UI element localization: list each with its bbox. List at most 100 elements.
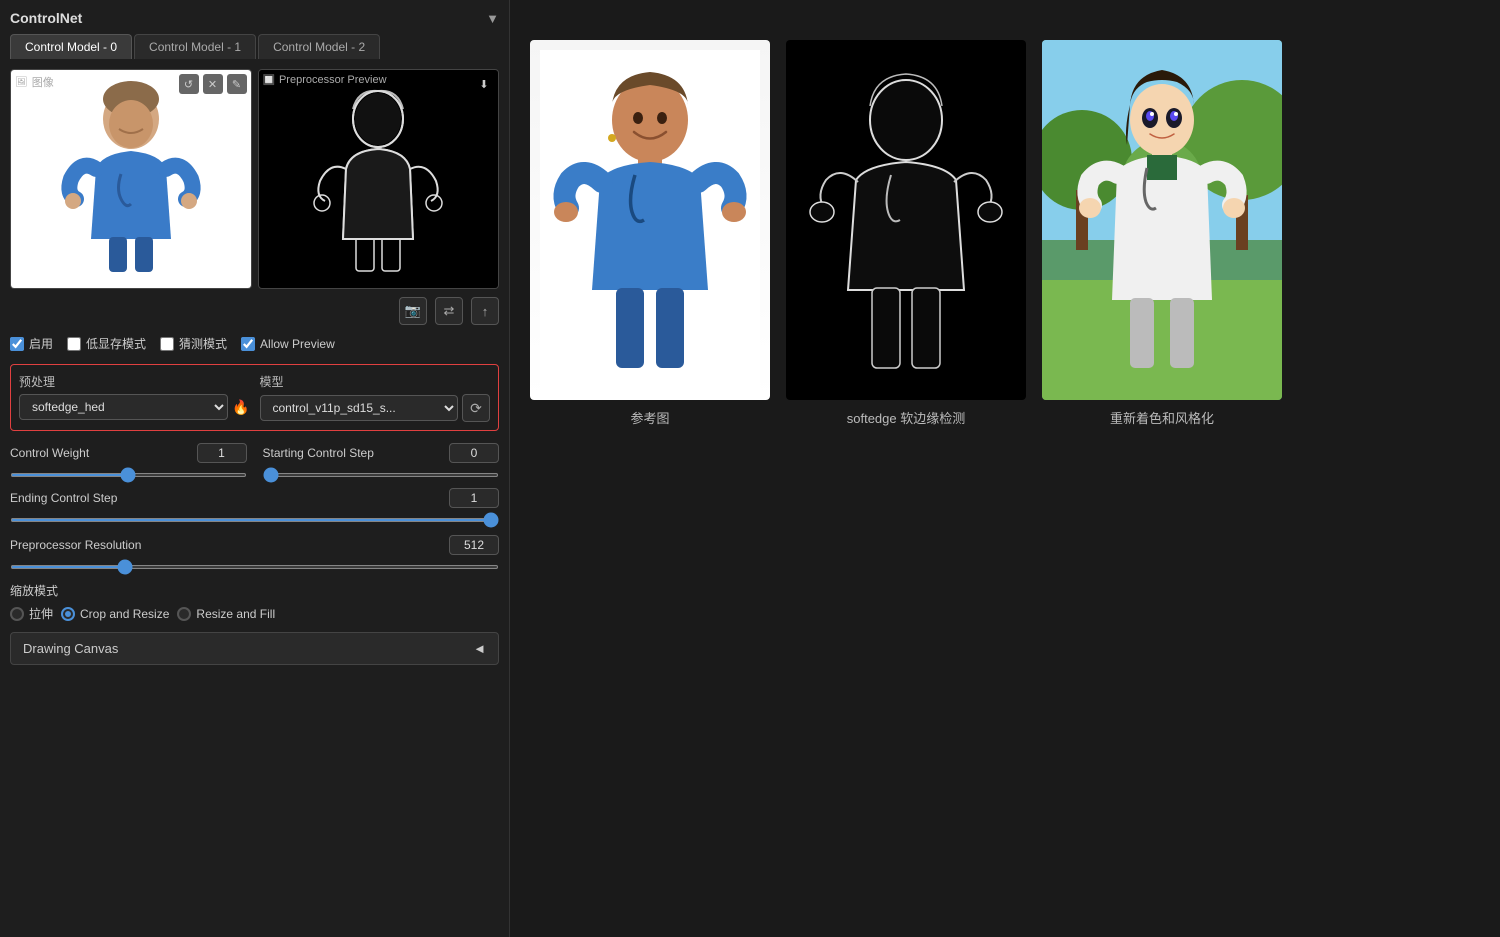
preprocessor-preview-box: 🔲 Preprocessor Preview ⬇ — [258, 69, 500, 289]
left-panel: ControlNet ▼ Control Model - 0 Control M… — [0, 0, 510, 937]
gallery-item-sketch: softedge 软边缘检测 — [786, 40, 1026, 427]
enable-label: 启用 — [29, 335, 53, 352]
weight-start-sliders: Control Weight 1 Starting Control Step 0 — [10, 443, 499, 480]
guess-mode-checkbox-item[interactable]: 猜测模式 — [160, 335, 227, 352]
panel-collapse-arrow[interactable]: ▼ — [486, 11, 499, 26]
zoom-mode-label: 缩放模式 — [10, 582, 499, 599]
tab-control-model-1[interactable]: Control Model - 1 — [134, 34, 256, 59]
preprocessor-label: 预处理 — [19, 373, 250, 390]
zoom-crop-label: Crop and Resize — [80, 607, 169, 621]
starting-step-header: Starting Control Step 0 — [263, 443, 500, 463]
anime-output-image — [1042, 40, 1282, 400]
ending-step-header: Ending Control Step 1 — [10, 488, 499, 508]
drawing-canvas-row[interactable]: Drawing Canvas ◄ — [10, 632, 499, 665]
zoom-crop-item[interactable]: Crop and Resize — [61, 605, 169, 622]
starting-step-group: Starting Control Step 0 — [263, 443, 500, 480]
nurse-source-svg — [51, 79, 211, 279]
zoom-crop-radio[interactable] — [61, 607, 75, 621]
control-weight-group: Control Weight 1 — [10, 443, 247, 480]
low-vram-label: 低显存模式 — [86, 335, 146, 352]
ending-step-slider[interactable] — [10, 518, 499, 522]
image-icon: 🖼 — [15, 77, 28, 88]
model-col: 模型 control_v11p_sd15_s... ⟳ — [260, 373, 491, 422]
source-image-box: 🖼 图像 ↺ ✕ ✎ — [10, 69, 252, 289]
upload-btn[interactable]: ↑ — [471, 297, 499, 325]
close-image-btn[interactable]: ✕ — [203, 74, 223, 94]
control-weight-slider[interactable] — [10, 473, 247, 477]
sketch-output-image — [786, 40, 1026, 400]
zoom-stretch-item[interactable]: 拉伸 — [10, 605, 53, 622]
model-label: 模型 — [260, 373, 491, 390]
gallery-item-anime: 重新着色和风格化 — [1042, 40, 1282, 427]
gallery-caption-1: softedge 软边缘检测 — [847, 408, 966, 427]
gallery-caption-0: 参考图 — [630, 408, 669, 427]
resolution-value[interactable]: 512 — [449, 535, 499, 555]
control-weight-value[interactable]: 1 — [197, 443, 247, 463]
checkbox-row: 启用 低显存模式 猜测模式 Allow Preview — [10, 335, 499, 352]
resolution-section: Preprocessor Resolution 512 — [10, 535, 499, 572]
ending-step-section: Ending Control Step 1 — [10, 488, 499, 525]
guess-mode-checkbox[interactable] — [160, 337, 174, 351]
reference-nurse-svg — [540, 50, 760, 390]
source-label-text: 图像 — [32, 74, 54, 90]
source-image-content[interactable] — [11, 70, 251, 288]
zoom-stretch-radio[interactable] — [10, 607, 24, 621]
refresh-image-btn[interactable]: ↺ — [179, 74, 199, 94]
resolution-slider[interactable] — [10, 565, 499, 569]
starting-step-slider[interactable] — [263, 473, 500, 477]
zoom-stretch-label: 拉伸 — [29, 605, 53, 622]
sketch-output-svg — [796, 50, 1016, 390]
low-vram-checkbox[interactable] — [67, 337, 81, 351]
zoom-mode-radio-group: 拉伸 Crop and Resize Resize and Fill — [10, 605, 499, 622]
reference-image — [530, 40, 770, 400]
ending-step-value[interactable]: 1 — [449, 488, 499, 508]
drawing-canvas-label: Drawing Canvas — [23, 641, 118, 656]
tab-control-model-0[interactable]: Control Model - 0 — [10, 34, 132, 59]
preview-image-controls: ⬇ — [474, 74, 494, 94]
zoom-fill-radio[interactable] — [177, 607, 191, 621]
low-vram-checkbox-item[interactable]: 低显存模式 — [67, 335, 146, 352]
source-image-label: 🖼 图像 — [15, 74, 54, 90]
model-refresh-btn[interactable]: ⟳ — [462, 394, 490, 422]
preprocessor-col: 预处理 softedge_hed 🔥 — [19, 373, 250, 422]
fire-icon: 🔥 — [232, 399, 249, 416]
model-tabs: Control Model - 0 Control Model - 1 Cont… — [10, 34, 499, 59]
resolution-label: Preprocessor Resolution — [10, 538, 141, 552]
zoom-fill-item[interactable]: Resize and Fill — [177, 605, 275, 622]
ending-step-label: Ending Control Step — [10, 491, 117, 505]
source-image-controls: ↺ ✕ ✎ — [179, 74, 247, 94]
camera-btn[interactable]: 📷 — [399, 297, 427, 325]
control-weight-header: Control Weight 1 — [10, 443, 247, 463]
model-selection-box: 预处理 softedge_hed 🔥 模型 control_v11p_sd15_… — [10, 364, 499, 431]
transfer-btn[interactable]: ⇄ — [435, 297, 463, 325]
drawing-canvas-arrow: ◄ — [473, 641, 486, 656]
action-row: 📷 ⇄ ↑ — [10, 297, 499, 325]
starting-step-value[interactable]: 0 — [449, 443, 499, 463]
preprocessor-select[interactable]: softedge_hed — [19, 394, 228, 420]
allow-preview-label: Allow Preview — [260, 337, 335, 351]
gallery-caption-2: 重新着色和风格化 — [1110, 408, 1214, 427]
control-weight-label: Control Weight — [10, 446, 89, 460]
preprocessor-select-wrapper: softedge_hed 🔥 — [19, 394, 250, 420]
image-row: 🖼 图像 ↺ ✕ ✎ — [10, 69, 499, 289]
guess-mode-label: 猜测模式 — [179, 335, 227, 352]
preprocessor-preview-label: 🔲 Preprocessor Preview — [263, 74, 387, 86]
tab-control-model-2[interactable]: Control Model - 2 — [258, 34, 380, 59]
right-panel: 参考图 — [510, 0, 1500, 937]
preview-label-text: Preprocessor Preview — [279, 74, 387, 86]
resolution-header: Preprocessor Resolution 512 — [10, 535, 499, 555]
enable-checkbox-item[interactable]: 启用 — [10, 335, 53, 352]
anime-output-svg — [1042, 40, 1282, 400]
zoom-mode-section: 缩放模式 拉伸 Crop and Resize Resize and Fill — [10, 582, 499, 622]
nurse-sketch-svg — [298, 79, 458, 279]
sketch-image-content — [259, 70, 499, 288]
image-gallery: 参考图 — [530, 40, 1480, 427]
download-preview-btn[interactable]: ⬇ — [474, 74, 494, 94]
allow-preview-checkbox-item[interactable]: Allow Preview — [241, 337, 335, 351]
allow-preview-checkbox[interactable] — [241, 337, 255, 351]
zoom-fill-label: Resize and Fill — [196, 607, 275, 621]
preview-icon: 🔲 — [263, 75, 275, 86]
edit-image-btn[interactable]: ✎ — [227, 74, 247, 94]
model-select[interactable]: control_v11p_sd15_s... — [260, 395, 459, 421]
enable-checkbox[interactable] — [10, 337, 24, 351]
